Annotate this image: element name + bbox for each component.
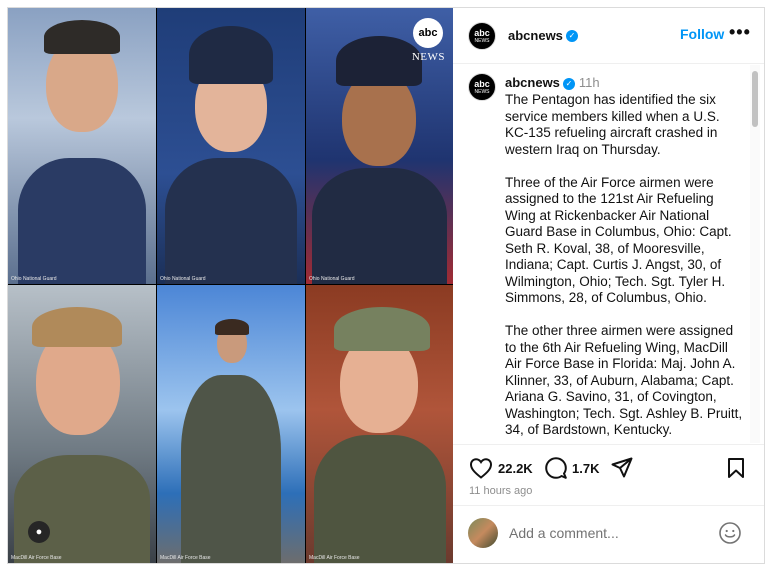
save-button[interactable] bbox=[727, 457, 745, 479]
action-bar: 22.2K 1.7K 11 hours ago bbox=[453, 444, 764, 504]
photo-credit: MacDill Air Force Base bbox=[309, 555, 360, 561]
post-image[interactable]: Ohio National Guard Ohio National Guard … bbox=[8, 8, 453, 563]
caption-header: abcnews ✓ 11h bbox=[505, 75, 600, 90]
photo-credit: Ohio National Guard bbox=[309, 276, 355, 282]
like-count[interactable]: 22.2K bbox=[498, 461, 533, 476]
comment-input[interactable] bbox=[509, 525, 709, 541]
share-button[interactable] bbox=[611, 457, 633, 479]
avatar-logo-subtext: NEWS bbox=[474, 37, 490, 44]
caption-username[interactable]: abcnews bbox=[505, 75, 560, 90]
follow-button[interactable]: Follow bbox=[680, 26, 724, 42]
caption-area[interactable]: abc NEWS abcnews ✓ 11h The Pentagon has id… bbox=[453, 65, 764, 443]
avatar-logo-subtext: NEWS bbox=[474, 88, 490, 95]
photo-airman-3: abc NEWS Ohio National Guard bbox=[306, 8, 453, 284]
emoji-icon[interactable] bbox=[718, 521, 742, 545]
username[interactable]: abcnews bbox=[508, 28, 563, 43]
photo-airman-4: ● MacDill Air Force Base bbox=[8, 285, 156, 563]
more-options-icon[interactable]: ••• bbox=[729, 22, 751, 43]
account-avatar[interactable]: abc NEWS bbox=[468, 22, 496, 50]
comment-button[interactable]: 1.7K bbox=[545, 457, 599, 479]
comment-count[interactable]: 1.7K bbox=[572, 461, 599, 476]
comment-icon bbox=[545, 457, 567, 479]
scrollbar-thumb[interactable] bbox=[752, 71, 758, 127]
caption-avatar[interactable]: abc NEWS bbox=[468, 73, 496, 101]
photo-airman-6: MacDill Air Force Base bbox=[306, 285, 453, 563]
post-timestamp[interactable]: 11 hours ago bbox=[469, 485, 532, 497]
photo-credit: MacDill Air Force Base bbox=[11, 555, 62, 561]
share-icon bbox=[611, 457, 633, 478]
bookmark-icon bbox=[728, 458, 744, 478]
photo-credit: Ohio National Guard bbox=[11, 276, 57, 282]
photo-credit: MacDill Air Force Base bbox=[160, 555, 211, 561]
photo-airman-2: Ohio National Guard bbox=[157, 8, 305, 284]
abc-logo-icon: abc bbox=[413, 18, 443, 48]
post-header: abc NEWS abcnews ✓ Follow ••• bbox=[453, 8, 764, 64]
caption-text: The Pentagon has identified the six serv… bbox=[505, 92, 743, 437]
photo-airman-5: MacDill Air Force Base bbox=[157, 285, 305, 563]
verified-badge-icon: ✓ bbox=[565, 29, 578, 42]
photo-credit: Ohio National Guard bbox=[160, 276, 206, 282]
photo-airman-1: Ohio National Guard bbox=[8, 8, 156, 284]
post-sidebar: abc NEWS abcnews ✓ Follow ••• abc NEWS ab… bbox=[453, 8, 764, 563]
comment-composer bbox=[453, 505, 764, 563]
avatar-logo-text: abc bbox=[474, 78, 490, 89]
abc-news-watermark: NEWS bbox=[411, 51, 445, 63]
avatar-logo-text: abc bbox=[474, 27, 490, 38]
verified-badge-icon: ✓ bbox=[562, 77, 575, 90]
account-name[interactable]: abcnews ✓ bbox=[508, 27, 578, 45]
current-user-avatar bbox=[468, 518, 498, 548]
like-button[interactable]: 22.2K bbox=[469, 457, 533, 479]
tagged-user-icon[interactable]: ● bbox=[28, 521, 50, 543]
caption-time[interactable]: 11h bbox=[579, 75, 600, 90]
heart-icon bbox=[469, 458, 493, 479]
